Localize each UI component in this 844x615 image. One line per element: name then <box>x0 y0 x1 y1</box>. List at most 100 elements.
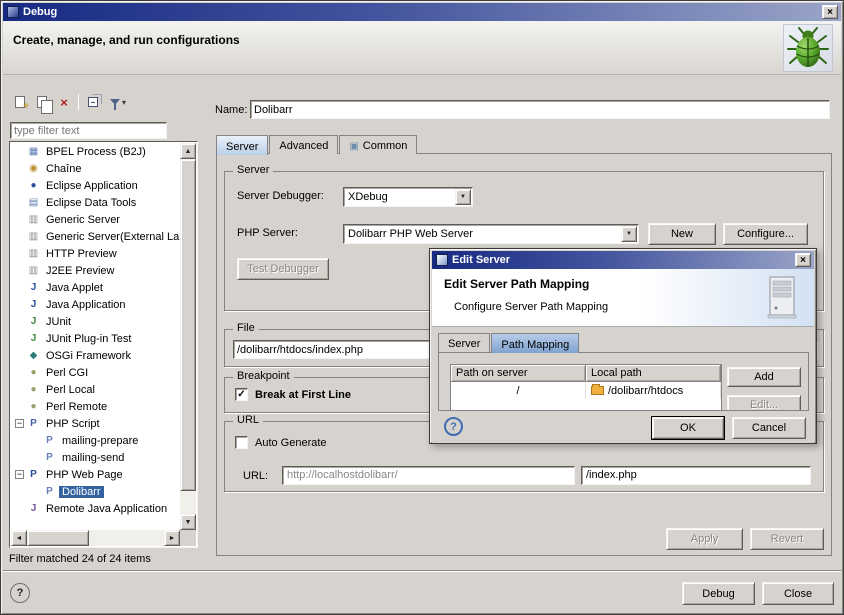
tree-item-junit-plug-in-test[interactable]: JJUnit Plug-in Test <box>11 330 180 347</box>
dropdown-arrow-icon[interactable]: ▼ <box>455 189 471 205</box>
url-path-field[interactable]: /index.php <box>581 466 811 485</box>
duplicate-config-button[interactable] <box>31 92 53 112</box>
tree-item-dolibarr[interactable]: PDolibarr <box>11 483 180 500</box>
scroll-left-button[interactable]: ◄ <box>11 530 27 546</box>
path-mapping-row[interactable]: / /dolibarr/htdocs <box>451 382 721 399</box>
test-debugger-button[interactable]: Test Debugger <box>237 258 329 280</box>
edit-server-help-button[interactable]: ? <box>444 417 463 436</box>
open-folder-icon <box>591 386 604 395</box>
filter-input[interactable] <box>10 122 167 139</box>
java-icon: J <box>26 299 41 310</box>
tree-item-perl-remote[interactable]: ●Perl Remote <box>11 398 180 415</box>
cancel-button[interactable]: Cancel <box>732 417 806 439</box>
tree-item-label: HTTP Preview <box>43 248 120 260</box>
php-server-combo[interactable]: Dolibarr PHP Web Server ▼ <box>343 224 639 244</box>
tab-server[interactable]: Server <box>216 135 268 155</box>
tree-item-junit[interactable]: JJUnit <box>11 313 180 330</box>
tree-item-http-preview[interactable]: ▥HTTP Preview <box>11 245 180 262</box>
configure-button[interactable]: Configure... <box>723 223 808 245</box>
es-tab-path-mapping[interactable]: Path Mapping <box>491 333 579 353</box>
help-button[interactable]: ? <box>10 583 30 603</box>
tree-item-mailing-send[interactable]: Pmailing-send <box>11 449 180 466</box>
tab-advanced[interactable]: Advanced <box>269 135 338 154</box>
debug-button[interactable]: Debug <box>682 582 755 605</box>
window-titlebar[interactable]: Debug × <box>3 3 841 21</box>
php-file-icon: P <box>42 452 57 463</box>
launch-toolbar: + × ▾ <box>9 91 132 113</box>
tree-item-generic-server[interactable]: ▥Generic Server <box>11 211 180 228</box>
tree-item-java-applet[interactable]: JJava Applet <box>11 279 180 296</box>
tree-item-label: Generic Server <box>43 214 123 226</box>
hscroll-thumb[interactable] <box>27 530 89 546</box>
tree-item-eclipse-data-tools[interactable]: ▤Eclipse Data Tools <box>11 194 180 211</box>
edit-button[interactable]: Edit... <box>727 395 801 411</box>
collapse-all-icon <box>88 97 98 107</box>
break-at-first-line-checkbox[interactable]: ✓ <box>235 388 248 401</box>
tree-collapse-icon[interactable]: − <box>15 419 24 428</box>
tree-item-label: Chaîne <box>43 163 84 175</box>
add-button[interactable]: Add <box>727 367 801 387</box>
edit-server-titlebar[interactable]: Edit Server × <box>432 251 814 269</box>
vscroll-thumb[interactable] <box>180 159 196 491</box>
banner-title: Create, manage, and run configurations <box>13 33 240 47</box>
delete-config-button[interactable]: × <box>53 92 75 112</box>
tab-common[interactable]: ▣Common <box>339 135 417 154</box>
server-icon: ▥ <box>26 214 41 225</box>
tree-item-eclipse-application[interactable]: ●Eclipse Application <box>11 177 180 194</box>
tree-item-perl-cgi[interactable]: ●Perl CGI <box>11 364 180 381</box>
auto-generate-label: Auto Generate <box>255 437 327 449</box>
column-header-local-path[interactable]: Local path <box>586 365 721 382</box>
tree-item-remote-java-application[interactable]: JRemote Java Application <box>11 500 180 517</box>
apply-button[interactable]: Apply <box>666 528 743 550</box>
tree-item-php-web-page[interactable]: −PPHP Web Page <box>11 466 180 483</box>
collapse-all-button[interactable] <box>82 92 104 112</box>
new-server-button[interactable]: New <box>648 223 716 245</box>
tree-item-bpel-process-b2j[interactable]: ▦BPEL Process (B2J) <box>11 143 180 160</box>
tree-item-generic-server-external-la[interactable]: ▥Generic Server(External La <box>11 228 180 245</box>
server-debugger-combo[interactable]: XDebug ▼ <box>343 187 473 207</box>
perl-icon: ● <box>26 367 41 378</box>
duplicate-icon <box>37 96 47 108</box>
edit-server-tabs: Server Path Mapping <box>438 333 580 352</box>
tree-item-osgi-framework[interactable]: ◆OSGi Framework <box>11 347 180 364</box>
column-header-path-on-server[interactable]: Path on server <box>451 365 586 382</box>
tab-label: Path Mapping <box>501 339 569 351</box>
eclipse-app-icon: ● <box>26 180 41 191</box>
filter-menu-button[interactable]: ▾ <box>104 92 132 112</box>
server-debugger-label: Server Debugger: <box>237 190 324 202</box>
tree-item-cha-ne[interactable]: ◉Chaîne <box>11 160 180 177</box>
tree-item-j2ee-preview[interactable]: ▥J2EE Preview <box>11 262 180 279</box>
url-label: URL: <box>243 470 268 482</box>
es-tab-server[interactable]: Server <box>438 333 490 352</box>
edit-server-close-button[interactable]: × <box>795 253 811 267</box>
checkmark-icon: ✓ <box>237 390 245 400</box>
scrollbar-corner <box>180 530 196 546</box>
tree-item-label: Java Application <box>43 299 129 311</box>
scroll-down-button[interactable]: ▼ <box>180 514 196 530</box>
tree-item-php-script[interactable]: −PPHP Script <box>11 415 180 432</box>
new-launch-config-button[interactable]: + <box>9 92 31 112</box>
scroll-up-button[interactable]: ▲ <box>180 143 196 159</box>
dropdown-arrow-icon[interactable]: ▼ <box>621 226 637 242</box>
server-path-cell: / <box>451 382 586 399</box>
filter-status: Filter matched 24 of 24 items <box>9 553 151 565</box>
tree-item-perl-local[interactable]: ●Perl Local <box>11 381 180 398</box>
close-button[interactable]: Close <box>762 582 834 605</box>
tree-hscrollbar[interactable]: ◄ ► <box>11 530 180 546</box>
php-web-icon: P <box>26 469 41 480</box>
tab-label: Advanced <box>279 140 328 152</box>
revert-button[interactable]: Revert <box>750 528 824 550</box>
path-mapping-body: / /dolibarr/htdocs <box>451 382 721 399</box>
ok-button[interactable]: OK <box>652 417 724 439</box>
window-close-button[interactable]: × <box>822 5 838 19</box>
tree-item-label: Remote Java Application <box>43 503 170 515</box>
scroll-right-button[interactable]: ► <box>164 530 180 546</box>
tree-item-java-application[interactable]: JJava Application <box>11 296 180 313</box>
name-input[interactable] <box>250 100 830 119</box>
php-server-value: Dolibarr PHP Web Server <box>348 228 620 240</box>
tree-vscrollbar[interactable]: ▲ ▼ <box>180 143 196 530</box>
tree-item-mailing-prepare[interactable]: Pmailing-prepare <box>11 432 180 449</box>
tree-collapse-icon[interactable]: − <box>15 470 24 479</box>
auto-generate-checkbox[interactable] <box>235 436 248 449</box>
local-path-text: /dolibarr/htdocs <box>608 385 683 397</box>
